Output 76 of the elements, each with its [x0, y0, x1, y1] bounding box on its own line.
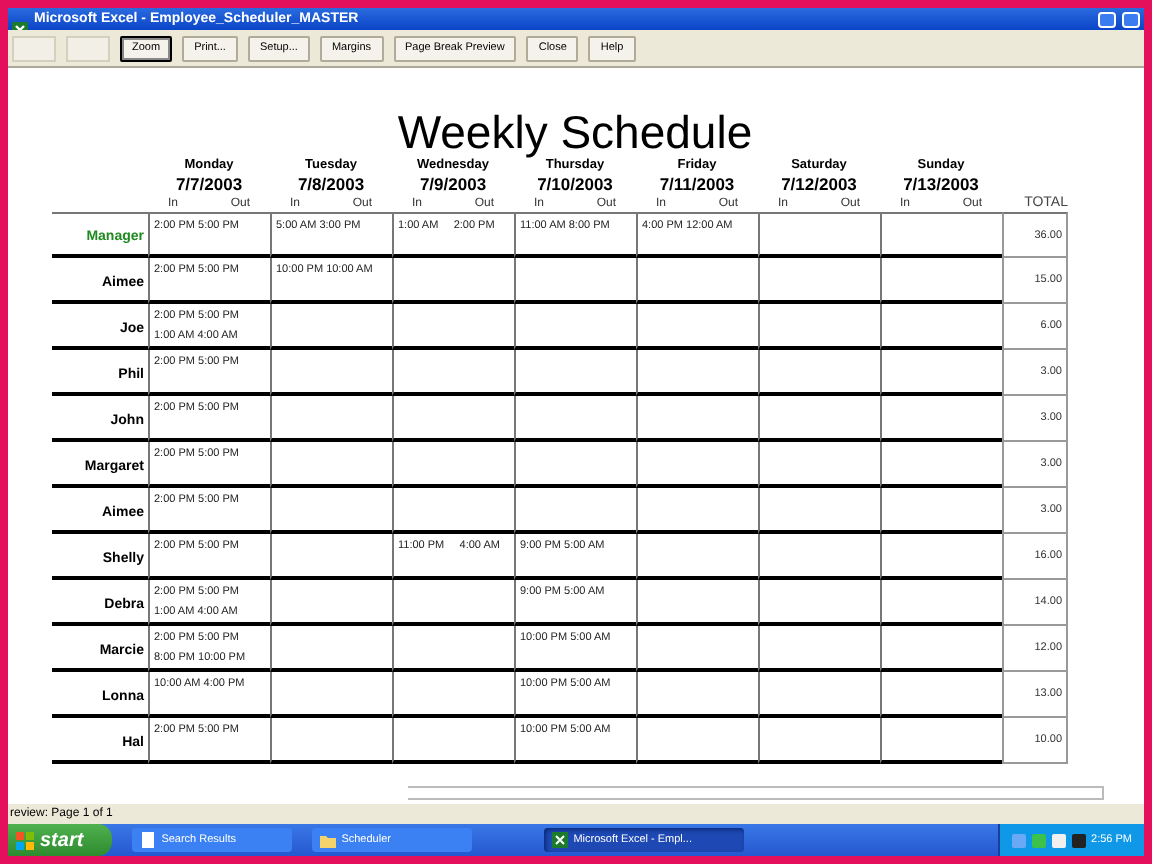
- table-cell: [392, 626, 514, 672]
- table-cell: [758, 442, 880, 488]
- table-cell: [270, 672, 392, 718]
- table-cell: [392, 396, 514, 442]
- table-cell: [270, 626, 392, 672]
- table-cell: [636, 626, 758, 672]
- table-cell: [880, 672, 1002, 718]
- table-cell: [636, 580, 758, 626]
- day-date: 7/11/2003: [657, 174, 737, 196]
- table-cell: [880, 212, 1002, 258]
- table-cell: [758, 626, 880, 672]
- table-cell: [514, 442, 636, 488]
- table-cell: [636, 396, 758, 442]
- table-cell: [758, 672, 880, 718]
- table-cell: [392, 488, 514, 534]
- table-cell: [392, 718, 514, 764]
- table-cell: [636, 488, 758, 534]
- table-cell: [880, 396, 1002, 442]
- table-cell: [636, 718, 758, 764]
- table-cell: [758, 396, 880, 442]
- table-cell: [636, 258, 758, 304]
- excel-icon: [551, 832, 568, 848]
- table-cell: [758, 212, 880, 258]
- maximize-button[interactable]: [1122, 11, 1140, 27]
- table-cell: [514, 488, 636, 534]
- table-cell: [636, 534, 758, 580]
- table-cell: [636, 442, 758, 488]
- scrollbar[interactable]: [408, 786, 1104, 800]
- table-cell: [758, 488, 880, 534]
- table-cell: [880, 304, 1002, 350]
- day-date: 7/10/2003: [535, 174, 615, 196]
- table-cell: [758, 350, 880, 396]
- day-date: 7/13/2003: [901, 174, 981, 196]
- table-cell: [270, 396, 392, 442]
- table-cell: [392, 672, 514, 718]
- day-date: 7/9/2003: [417, 174, 489, 196]
- table-cell: [270, 304, 392, 350]
- folder-icon: [319, 832, 336, 848]
- table-cell: [270, 534, 392, 580]
- table-cell: [758, 580, 880, 626]
- table-cell: [514, 258, 636, 304]
- table-cell: [636, 304, 758, 350]
- sheet-title: Weekly Schedule: [395, 108, 755, 156]
- table-cell: [880, 488, 1002, 534]
- table-cell: [270, 350, 392, 396]
- table-cell: [636, 672, 758, 718]
- table-cell: [636, 350, 758, 396]
- table-cell: [880, 442, 1002, 488]
- table-cell: [392, 258, 514, 304]
- table-cell: [392, 442, 514, 488]
- table-cell: [880, 350, 1002, 396]
- table-cell: [392, 304, 514, 350]
- table-cell: [392, 350, 514, 396]
- table-cell: [514, 396, 636, 442]
- table-cell: [880, 534, 1002, 580]
- table-cell: [758, 304, 880, 350]
- table-cell: [880, 258, 1002, 304]
- table-cell: [392, 580, 514, 626]
- table-cell: [270, 580, 392, 626]
- table-cell: [270, 488, 392, 534]
- table-cell: [880, 718, 1002, 764]
- table-cell: [758, 258, 880, 304]
- table-cell: [514, 350, 636, 396]
- day-date: 7/7/2003: [173, 174, 245, 196]
- document-icon: [139, 832, 156, 848]
- table-cell: [270, 442, 392, 488]
- minimize-button[interactable]: [1098, 11, 1116, 27]
- table-cell: [758, 718, 880, 764]
- table-cell: [758, 534, 880, 580]
- table-cell: [880, 626, 1002, 672]
- day-date: 7/8/2003: [295, 174, 367, 196]
- table-cell: [880, 580, 1002, 626]
- windows-logo-icon: [16, 831, 34, 849]
- table-cell: [270, 718, 392, 764]
- table-cell: [514, 304, 636, 350]
- day-date: 7/12/2003: [779, 174, 859, 196]
